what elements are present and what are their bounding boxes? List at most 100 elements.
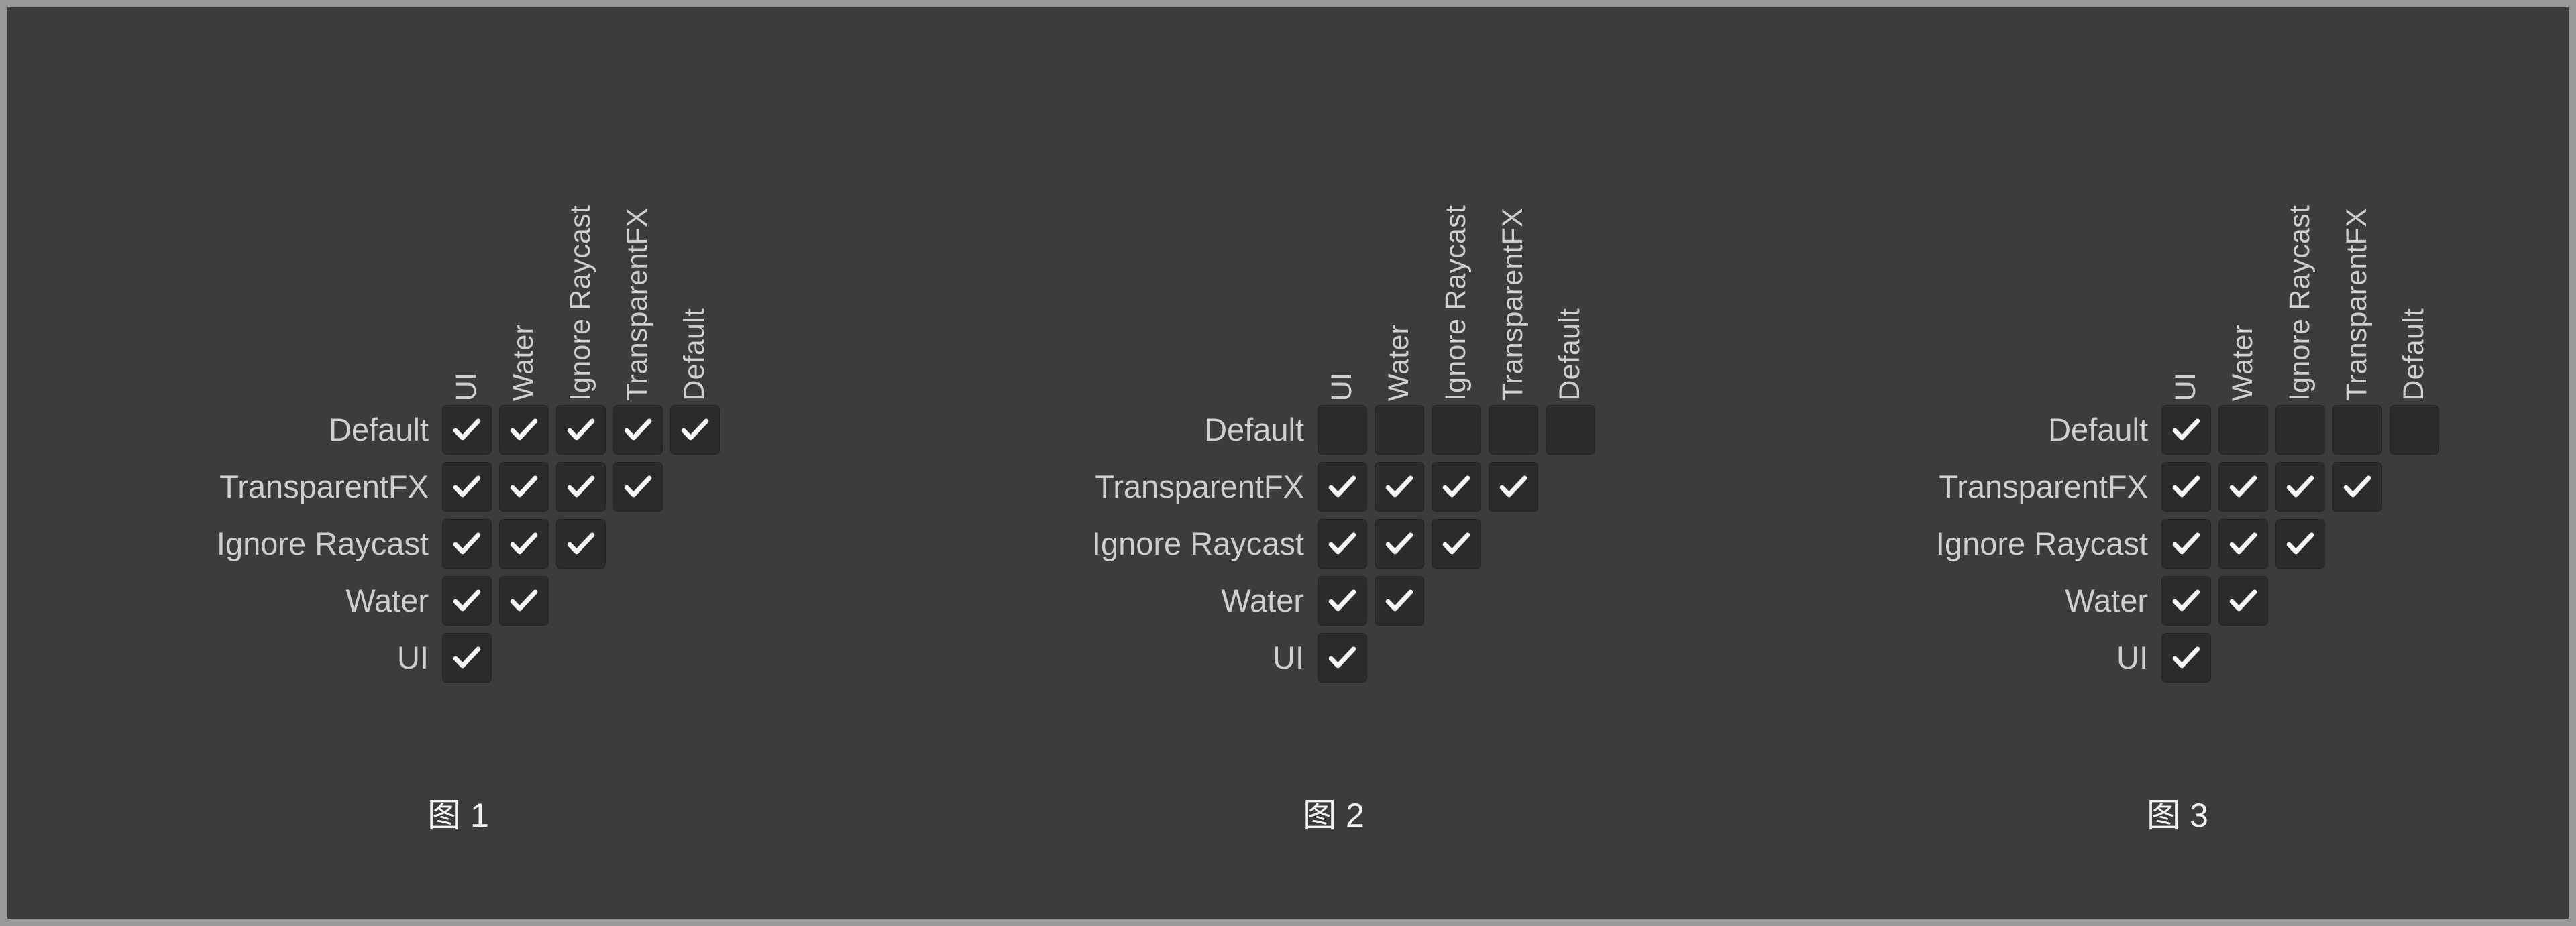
- checkbox-checked[interactable]: [1374, 575, 1424, 626]
- matrix-cell[interactable]: [1428, 458, 1485, 515]
- checkbox-checked[interactable]: [1317, 518, 1367, 569]
- matrix-cell[interactable]: [2271, 458, 2328, 515]
- matrix-cell[interactable]: [1371, 401, 1428, 458]
- checkbox-checked[interactable]: [1317, 461, 1367, 512]
- row-cells: [438, 401, 723, 458]
- checkbox-checked[interactable]: [2161, 404, 2211, 455]
- matrix-row: UI: [397, 629, 723, 686]
- checkbox-unchecked[interactable]: [2332, 404, 2382, 455]
- checkbox-unchecked[interactable]: [2389, 404, 2439, 455]
- matrix-cell[interactable]: [495, 458, 552, 515]
- row-cells: [1313, 458, 1542, 515]
- matrix-cell[interactable]: [1371, 458, 1428, 515]
- checkbox-checked[interactable]: [612, 461, 663, 512]
- matrix-cell[interactable]: [2385, 401, 2443, 458]
- matrix-cell[interactable]: [495, 401, 552, 458]
- checkbox-checked[interactable]: [441, 518, 492, 569]
- matrix-cell[interactable]: [2157, 515, 2214, 572]
- checkbox-checked[interactable]: [2218, 461, 2268, 512]
- matrix-cell[interactable]: [2328, 458, 2385, 515]
- matrix-cell[interactable]: [1313, 629, 1371, 686]
- matrix-cell[interactable]: [438, 629, 495, 686]
- matrix-cell[interactable]: [2214, 515, 2271, 572]
- matrix-cell[interactable]: [2271, 515, 2328, 572]
- matrix-cell[interactable]: [2157, 572, 2214, 629]
- matrix-cell[interactable]: [2328, 401, 2385, 458]
- matrix-cell[interactable]: [1371, 572, 1428, 629]
- matrix-cell[interactable]: [552, 401, 609, 458]
- checkbox-unchecked[interactable]: [2218, 404, 2268, 455]
- matrix-cell[interactable]: [2214, 572, 2271, 629]
- matrix-cell[interactable]: [2214, 401, 2271, 458]
- matrix-cell[interactable]: [495, 572, 552, 629]
- matrix-cell[interactable]: [1485, 458, 1542, 515]
- matrix-cell[interactable]: [2271, 401, 2328, 458]
- checkbox-checked[interactable]: [1317, 632, 1367, 683]
- matrix-cell[interactable]: [1485, 401, 1542, 458]
- checkbox-checked[interactable]: [1317, 575, 1367, 626]
- checkbox-unchecked[interactable]: [1545, 404, 1595, 455]
- checkbox-unchecked[interactable]: [2275, 404, 2325, 455]
- matrix-cell[interactable]: [2157, 458, 2214, 515]
- matrix-cell[interactable]: [609, 401, 666, 458]
- check-icon: [2172, 646, 2200, 668]
- matrix-cell[interactable]: [1313, 401, 1371, 458]
- checkbox-checked[interactable]: [1488, 461, 1538, 512]
- checkbox-checked[interactable]: [555, 461, 606, 512]
- checkbox-checked[interactable]: [441, 461, 492, 512]
- checkbox-checked[interactable]: [2161, 575, 2211, 626]
- checkbox-checked[interactable]: [555, 518, 606, 569]
- checkbox-checked[interactable]: [1374, 461, 1424, 512]
- checkbox-checked[interactable]: [555, 404, 606, 455]
- checkbox-checked[interactable]: [441, 632, 492, 683]
- matrix-cell[interactable]: [552, 458, 609, 515]
- checkbox-checked[interactable]: [1431, 518, 1481, 569]
- matrix-cell[interactable]: [438, 458, 495, 515]
- row-cells: [2157, 458, 2385, 515]
- matrix-cell[interactable]: [438, 401, 495, 458]
- checkbox-checked[interactable]: [498, 575, 549, 626]
- column-header-label: TransparentFX: [2341, 208, 2373, 401]
- checkbox-unchecked[interactable]: [1317, 404, 1367, 455]
- checkbox-checked[interactable]: [441, 404, 492, 455]
- matrix-cell[interactable]: [2157, 401, 2214, 458]
- matrix-cell[interactable]: [438, 515, 495, 572]
- check-icon: [2229, 475, 2257, 497]
- checkbox-checked[interactable]: [1374, 518, 1424, 569]
- checkbox-checked[interactable]: [2161, 518, 2211, 569]
- matrix-cell[interactable]: [2214, 458, 2271, 515]
- matrix-cell[interactable]: [2157, 629, 2214, 686]
- matrix-cell[interactable]: [1371, 515, 1428, 572]
- matrix-cell[interactable]: [438, 572, 495, 629]
- matrix-cell[interactable]: [666, 401, 723, 458]
- checkbox-checked[interactable]: [669, 404, 720, 455]
- row-cells: [438, 629, 495, 686]
- checkbox-checked[interactable]: [2161, 461, 2211, 512]
- checkbox-checked[interactable]: [1431, 461, 1481, 512]
- matrix-cell[interactable]: [1428, 515, 1485, 572]
- checkbox-checked[interactable]: [2218, 518, 2268, 569]
- matrix-cell[interactable]: [1313, 515, 1371, 572]
- matrix-cell[interactable]: [609, 458, 666, 515]
- checkbox-unchecked[interactable]: [1431, 404, 1481, 455]
- checkbox-checked[interactable]: [2275, 518, 2325, 569]
- checkbox-checked[interactable]: [441, 575, 492, 626]
- checkbox-checked[interactable]: [498, 518, 549, 569]
- checkbox-checked[interactable]: [612, 404, 663, 455]
- checkbox-checked[interactable]: [498, 404, 549, 455]
- matrix-cell[interactable]: [1542, 401, 1599, 458]
- matrix-cell[interactable]: [1313, 572, 1371, 629]
- matrix-cell[interactable]: [495, 515, 552, 572]
- checkbox-checked[interactable]: [2218, 575, 2268, 626]
- matrix-cell[interactable]: [552, 515, 609, 572]
- checkbox-unchecked[interactable]: [1488, 404, 1538, 455]
- matrix-cell[interactable]: [1313, 458, 1371, 515]
- matrix-cell[interactable]: [1428, 401, 1485, 458]
- check-icon: [1385, 532, 1413, 554]
- checkbox-checked[interactable]: [2161, 632, 2211, 683]
- checkbox-unchecked[interactable]: [1374, 404, 1424, 455]
- checkbox-checked[interactable]: [2275, 461, 2325, 512]
- checkbox-checked[interactable]: [498, 461, 549, 512]
- checkbox-checked[interactable]: [2332, 461, 2382, 512]
- check-icon: [453, 646, 480, 668]
